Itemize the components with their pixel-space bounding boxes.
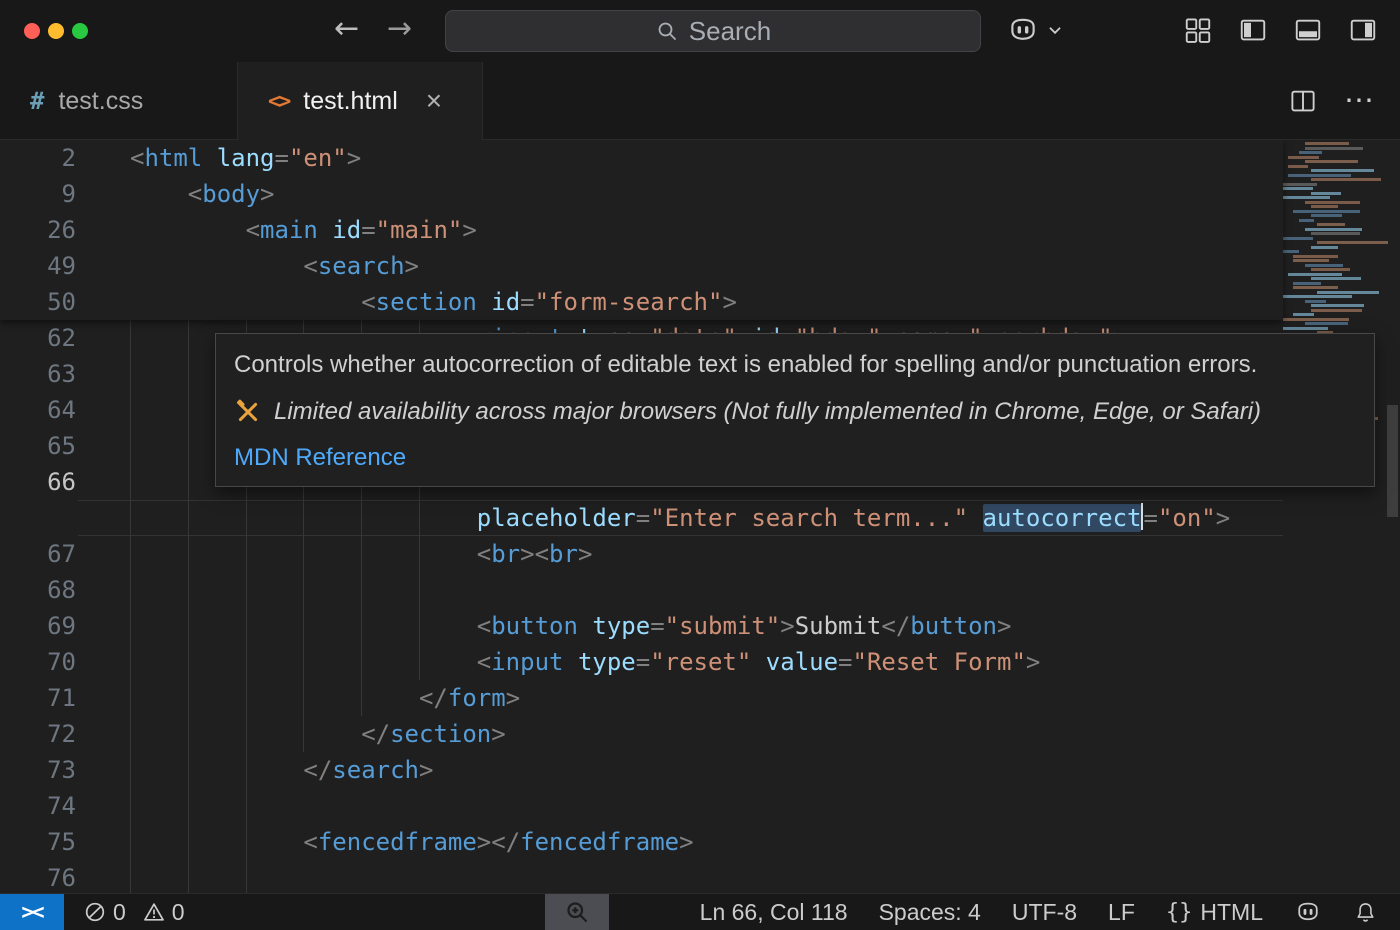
code-line[interactable]: </section> — [130, 716, 506, 752]
language-mode-status[interactable]: {} HTML — [1166, 899, 1263, 926]
hover-availability-note: Limited availability across major browse… — [274, 395, 1261, 429]
line-number: 50 — [0, 284, 76, 320]
forward-button[interactable]: → — [387, 11, 412, 46]
encoding-status[interactable]: UTF-8 — [1012, 899, 1077, 926]
zoom-in-magnifier-icon — [564, 899, 591, 926]
sticky-scroll: 2 <html lang="en"> 9 <body> 26 <main id="ma… — [0, 140, 1283, 320]
line-number: 76 — [0, 860, 76, 893]
line-number: 65 — [0, 428, 76, 464]
html-file-icon: <> — [268, 89, 289, 113]
chevron-down-icon — [1046, 21, 1064, 39]
line-number: 9 — [0, 176, 76, 212]
indentation-status[interactable]: Spaces: 4 — [879, 899, 981, 926]
line-number: 73 — [0, 752, 76, 788]
search-placeholder: Search — [689, 16, 771, 47]
toggle-panel-icon[interactable] — [1293, 15, 1323, 45]
copilot-status-icon[interactable] — [1294, 898, 1322, 926]
editor[interactable]: 62 <input type="date" id="bday" name="us… — [0, 140, 1400, 893]
code-line[interactable]: <body> — [130, 176, 275, 212]
problems-status[interactable]: 0 0 — [84, 899, 195, 926]
braces-icon: {} — [1166, 900, 1193, 925]
status-bar: >< 0 0 Ln 66, Col 118 Spaces: 4 UTF-8 — [0, 893, 1400, 930]
line-number: 70 — [0, 644, 76, 680]
notifications-bell-icon[interactable] — [1353, 900, 1378, 925]
cursor-position-status[interactable]: Ln 66, Col 118 — [700, 899, 848, 926]
maximize-window-button[interactable] — [72, 23, 88, 39]
limited-availability-icon — [234, 398, 262, 426]
remote-indicator[interactable]: >< — [0, 894, 64, 930]
warning-count: 0 — [172, 899, 185, 926]
command-center-search[interactable]: Search — [445, 10, 981, 52]
line-number: 67 — [0, 536, 76, 572]
line-number: 2 — [0, 140, 76, 176]
code-line[interactable]: <section id="form-search"> — [130, 284, 737, 320]
line-number: 74 — [0, 788, 76, 824]
copilot-menu[interactable] — [1006, 13, 1064, 47]
titlebar: ← → Search — [0, 0, 1400, 62]
zoom-indicator[interactable] — [545, 894, 609, 930]
line-number: 72 — [0, 716, 76, 752]
eol-status[interactable]: LF — [1108, 899, 1135, 926]
copilot-icon — [1006, 13, 1040, 47]
code-line[interactable]: <html lang="en"> — [130, 140, 361, 176]
line-number: 63 — [0, 356, 76, 392]
code-line-wrapped[interactable]: placeholder="Enter search term..." autoc… — [130, 500, 1230, 536]
code-line[interactable]: <fencedframe></fencedframe> — [130, 824, 694, 860]
warning-icon — [143, 901, 165, 923]
remote-icon: >< — [21, 900, 42, 924]
code-line[interactable]: <input type="reset" value="Reset Form"> — [130, 644, 1040, 680]
hover-documentation: Controls whether autocorrection of edita… — [234, 348, 1356, 382]
split-editor-icon[interactable] — [1288, 86, 1318, 116]
code-line[interactable]: </search> — [130, 752, 433, 788]
line-number: 68 — [0, 572, 76, 608]
tab-label: test.html — [303, 87, 397, 116]
code-line[interactable]: <br><br> — [130, 536, 592, 572]
layout-controls — [1183, 15, 1378, 45]
mdn-reference-link[interactable]: MDN Reference — [234, 444, 406, 472]
tab-label: test.css — [58, 87, 143, 116]
line-number: 66 — [0, 464, 76, 500]
close-window-button[interactable] — [24, 23, 40, 39]
code-line[interactable]: <main id="main"> — [130, 212, 477, 248]
line-number: 26 — [0, 212, 76, 248]
hover-tooltip: Controls whether autocorrection of edita… — [215, 333, 1375, 487]
tab-actions: ⋯ — [483, 62, 1400, 139]
line-number: 49 — [0, 248, 76, 284]
error-count: 0 — [113, 899, 126, 926]
code-line[interactable]: <button type="submit">Submit</button> — [130, 608, 1011, 644]
search-icon — [655, 19, 679, 43]
minimap[interactable] — [1283, 140, 1383, 893]
vscode-window: ← → Search — [0, 0, 1400, 930]
line-number: 62 — [0, 320, 76, 356]
back-button[interactable]: ← — [334, 11, 359, 46]
close-tab-icon[interactable]: × — [426, 87, 442, 115]
code-line[interactable]: </form> — [130, 680, 520, 716]
line-number: 71 — [0, 680, 76, 716]
more-actions-icon[interactable]: ⋯ — [1344, 86, 1374, 116]
error-icon — [84, 901, 106, 923]
minimize-window-button[interactable] — [48, 23, 64, 39]
line-number: 69 — [0, 608, 76, 644]
line-number: 75 — [0, 824, 76, 860]
tab-test-css[interactable]: # test.css — [0, 62, 238, 140]
scrollbar-slider[interactable] — [1387, 405, 1398, 517]
line-number: 64 — [0, 392, 76, 428]
tab-test-html[interactable]: <> test.html × — [238, 62, 483, 140]
css-file-icon: # — [30, 87, 44, 115]
code-line[interactable]: <search> — [130, 248, 419, 284]
toggle-primary-sidebar-icon[interactable] — [1238, 15, 1268, 45]
customize-layout-icon[interactable] — [1183, 15, 1213, 45]
toggle-secondary-sidebar-icon[interactable] — [1348, 15, 1378, 45]
tab-bar: # test.css <> test.html × ⋯ — [0, 62, 1400, 140]
